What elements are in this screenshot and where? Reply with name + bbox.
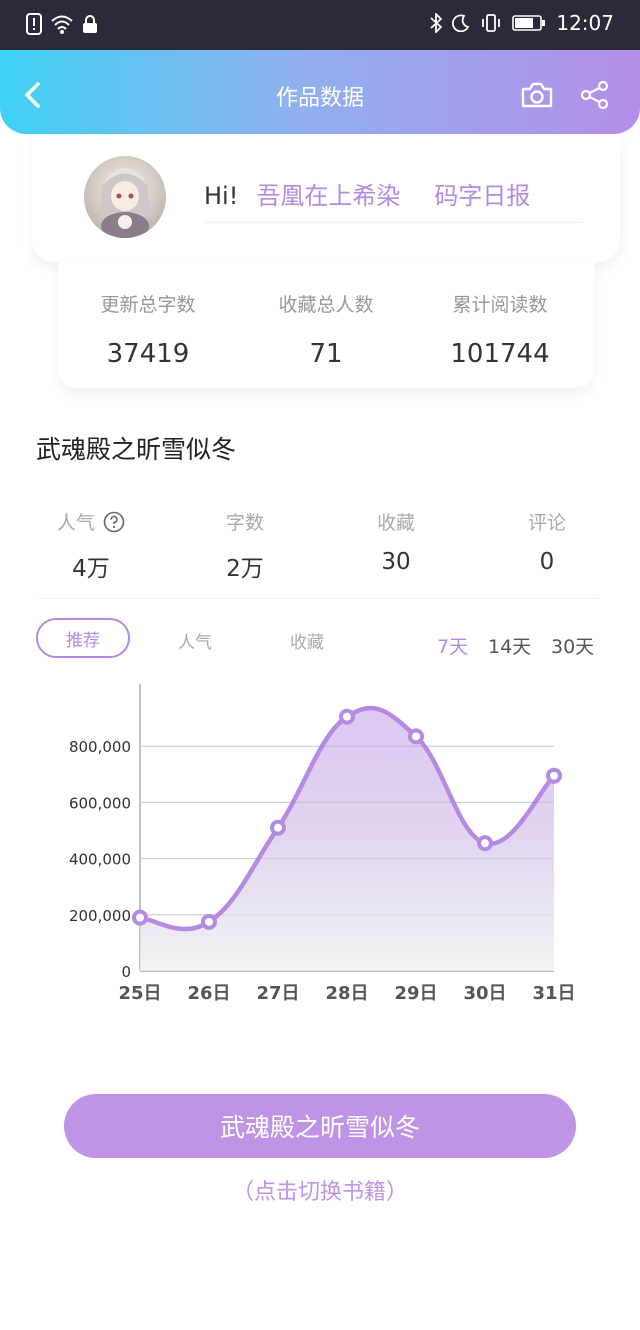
chart-y-tick-label: 400,000 xyxy=(69,851,131,869)
metric-label: 收藏 xyxy=(376,512,415,534)
range-14-days[interactable]: 14天 xyxy=(488,632,531,659)
chart-data-point xyxy=(132,909,148,926)
switch-book-hint[interactable]: （点击切换书籍） xyxy=(0,1174,640,1206)
greeting-row: Hi! 吾凰在上希染 码字日报 xyxy=(204,176,530,211)
chart-y-tick-label: 600,000 xyxy=(69,794,131,812)
metric-word-count: 字数 2万 xyxy=(180,508,310,583)
metric-value: 2万 xyxy=(226,556,264,582)
chart-data-point xyxy=(270,819,286,836)
vibrate-icon xyxy=(482,14,501,32)
moon-icon xyxy=(452,14,470,32)
chart-x-tick-label: 29日 xyxy=(394,983,437,1004)
trend-chart: 25日 26日 27日 28日 29日 30日 31日 0 200,000 400,000 600… xyxy=(69,684,576,1004)
question-icon[interactable] xyxy=(103,511,125,533)
stat-total-reads: 累计阅读数 101744 xyxy=(410,290,590,369)
chart-x-tick-label: 25日 xyxy=(118,983,161,1004)
header-bar: 作品数据 xyxy=(0,50,640,134)
stat-label: 累计阅读数 xyxy=(452,294,548,316)
alert-icon xyxy=(26,13,42,35)
chart-y-tick-label: 0 xyxy=(121,963,131,981)
wifi-icon xyxy=(51,15,73,34)
bluetooth-icon xyxy=(430,13,443,33)
stat-label: 收藏总人数 xyxy=(278,294,374,316)
chart-x-tick-label: 26日 xyxy=(187,983,230,1004)
metric-favorites: 收藏 30 xyxy=(331,508,461,575)
tab-favorites[interactable]: 收藏 xyxy=(290,628,324,653)
status-time: 12:07 xyxy=(556,11,614,35)
avatar[interactable] xyxy=(84,156,166,238)
share-icon[interactable] xyxy=(580,80,610,110)
stat-value: 101744 xyxy=(450,339,550,369)
chart-data-point xyxy=(477,835,493,852)
divider xyxy=(38,598,598,599)
metric-comments: 评论 0 xyxy=(482,508,612,575)
chart-data-point xyxy=(408,728,424,745)
range-7-days[interactable]: 7天 xyxy=(437,632,468,659)
daily-report-link[interactable]: 码字日报 xyxy=(434,176,530,211)
camera-icon[interactable] xyxy=(520,80,554,110)
switch-book-button[interactable]: 武魂殿之昕雪似冬 xyxy=(64,1094,576,1158)
tab-popularity[interactable]: 人气 xyxy=(178,628,212,653)
chart-x-tick-label: 27日 xyxy=(256,983,299,1004)
greeting-text: Hi! xyxy=(204,182,239,210)
stat-total-favorites: 收藏总人数 71 xyxy=(236,290,416,369)
lock-icon xyxy=(83,15,97,33)
chart-data-point xyxy=(339,708,355,725)
book-title: 武魂殿之昕雪似冬 xyxy=(36,435,237,464)
username: 吾凰在上希染 xyxy=(256,182,401,210)
metric-popularity: 人气 4万 xyxy=(26,508,156,583)
metric-value: 30 xyxy=(381,549,411,575)
metric-value: 0 xyxy=(539,549,555,575)
summary-stats-card: 更新总字数 37419 收藏总人数 71 累计阅读数 101744 xyxy=(58,262,594,388)
chart-y-tick-label: 800,000 xyxy=(69,738,131,756)
chart-data-point xyxy=(201,913,217,930)
avatar-image xyxy=(100,168,150,238)
status-bar: 12:07 xyxy=(0,0,640,50)
chart-x-tick-label: 31日 xyxy=(532,983,575,1004)
chart-y-tick-label: 200,000 xyxy=(69,907,131,925)
tab-recommend[interactable]: 推荐 xyxy=(36,618,130,658)
battery-icon xyxy=(512,15,546,31)
metric-label: 评论 xyxy=(527,512,566,534)
stat-value: 71 xyxy=(309,339,343,369)
chart-x-tick-label: 30日 xyxy=(463,983,506,1004)
divider xyxy=(204,222,582,223)
stat-value: 37419 xyxy=(106,339,190,369)
stat-label: 更新总字数 xyxy=(100,294,196,316)
metric-value: 4万 xyxy=(72,556,110,582)
metric-label: 字数 xyxy=(225,512,264,534)
range-30-days[interactable]: 30天 xyxy=(551,632,594,659)
profile-card: Hi! 吾凰在上希染 码字日报 xyxy=(32,134,620,262)
chart-x-tick-label: 28日 xyxy=(325,983,368,1004)
chart-data-point xyxy=(546,767,562,784)
metric-label: 人气 xyxy=(56,512,95,534)
stat-total-words: 更新总字数 37419 xyxy=(58,290,238,369)
